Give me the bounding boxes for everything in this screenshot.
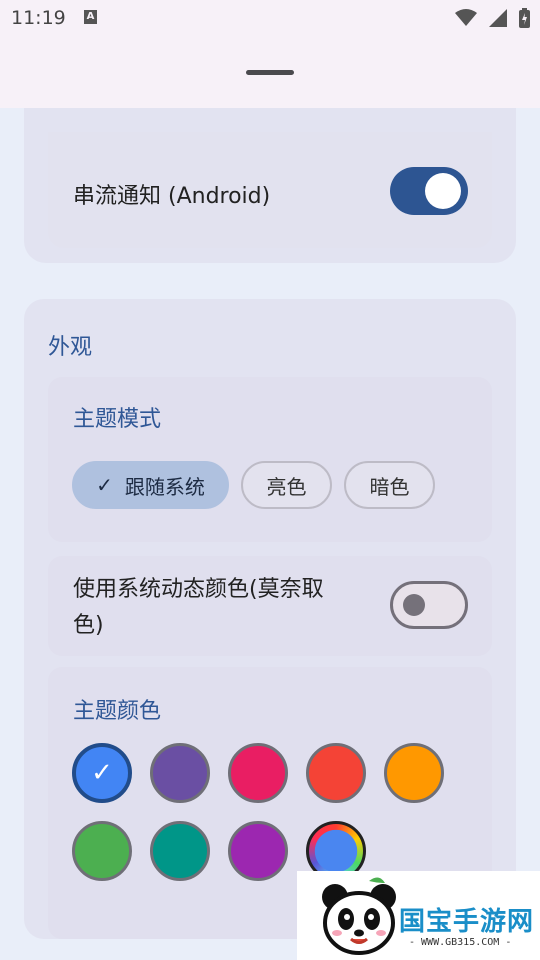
dynamic-color-row[interactable]: 使用系统动态颜色(莫奈取 色) <box>48 556 492 656</box>
streaming-card: 串流通知 (Android) <box>24 108 516 263</box>
theme-color-swatch[interactable] <box>72 821 132 881</box>
theme-mode-title: 主题模式 <box>73 407 162 432</box>
dynamic-color-toggle[interactable] <box>390 581 468 629</box>
status-time: 11:19 <box>11 7 66 29</box>
streaming-notification-row[interactable]: 串流通知 (Android) <box>48 132 492 248</box>
theme-mode-panel: 主题模式 ✓ 跟随系统 亮色 暗色 <box>48 377 492 542</box>
streaming-notification-label: 串流通知 (Android) <box>73 184 271 209</box>
watermark: 国宝手游网 - WWW.GB315.COM - <box>297 871 540 960</box>
theme-color-swatch[interactable] <box>150 743 210 803</box>
theme-color-swatch[interactable] <box>228 821 288 881</box>
toggle-knob <box>425 173 461 209</box>
dynamic-color-label: 使用系统动态颜色(莫奈取 色) <box>73 572 324 644</box>
streaming-notification-toggle[interactable] <box>390 167 468 215</box>
check-icon: ✓ <box>96 473 113 497</box>
appearance-card: 外观 主题模式 ✓ 跟随系统 亮色 暗色 使用系统动态颜色(莫奈取 色) 主题颜色… <box>24 299 516 939</box>
panda-logo <box>322 877 396 955</box>
watermark-text: 国宝手游网 <box>399 907 535 937</box>
chip-label: 跟随系统 <box>124 474 205 499</box>
accessibility-a-icon: A <box>84 10 97 24</box>
theme-mode-chip-dark[interactable]: 暗色 <box>344 461 435 509</box>
drag-handle[interactable] <box>246 70 294 75</box>
appearance-title: 外观 <box>48 335 93 360</box>
chip-label: 亮色 <box>266 474 307 499</box>
wifi-icon <box>455 9 477 26</box>
status-icons <box>455 8 530 28</box>
signal-icon <box>489 9 507 27</box>
theme-color-swatch[interactable] <box>384 743 444 803</box>
theme-mode-chip-system[interactable]: ✓ 跟随系统 <box>72 461 229 509</box>
theme-color-swatch[interactable] <box>306 743 366 803</box>
theme-color-swatch[interactable]: ✓ <box>72 743 132 803</box>
theme-color-title: 主题颜色 <box>73 699 162 724</box>
check-icon: ✓ <box>91 758 113 788</box>
chip-label: 暗色 <box>369 474 410 499</box>
theme-mode-chip-light[interactable]: 亮色 <box>241 461 332 509</box>
dynamic-color-label-line2: 色) <box>73 613 104 638</box>
watermark-url: - WWW.GB315.COM - <box>409 937 512 948</box>
battery-icon <box>519 8 530 28</box>
dynamic-color-label-line1: 使用系统动态颜色(莫奈取 <box>73 577 324 602</box>
status-bar: 11:19 A <box>0 0 540 36</box>
bottom-sheet-header <box>0 36 540 108</box>
toggle-knob <box>403 594 425 616</box>
theme-color-swatch[interactable] <box>228 743 288 803</box>
theme-color-swatch[interactable] <box>150 821 210 881</box>
